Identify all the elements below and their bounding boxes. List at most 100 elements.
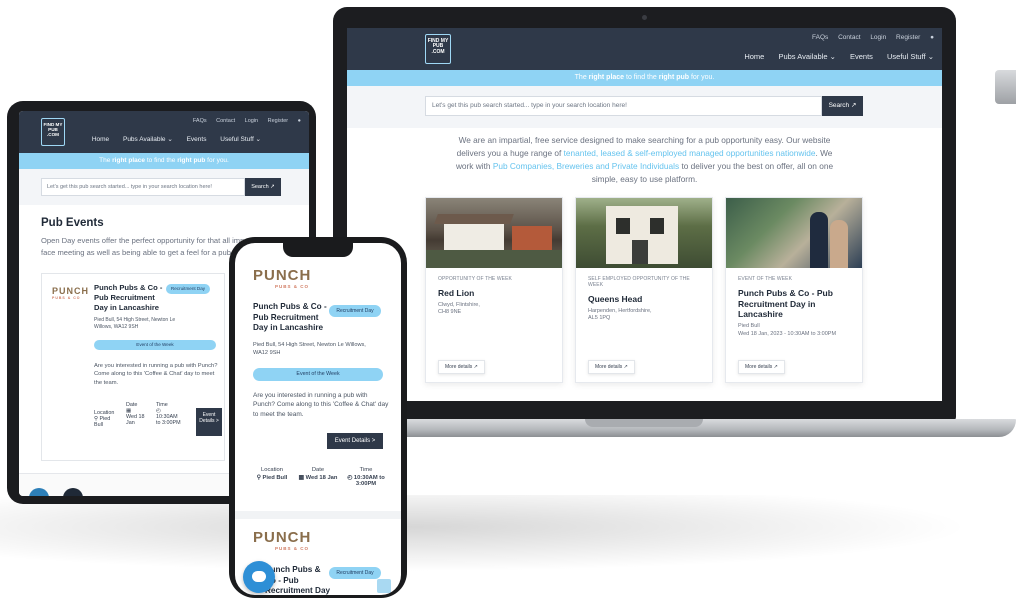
more-details-button[interactable]: More details ↗ [738, 360, 785, 374]
event-description: Are you interested in running a pub with… [94, 363, 218, 386]
background-device-edge [995, 70, 1016, 104]
chat-bubble-icon[interactable] [243, 561, 275, 593]
laptop-screen: FIND MY PUB .COM FAQs Contact Login Regi… [347, 28, 942, 401]
more-details-button[interactable]: More details ↗ [588, 360, 635, 374]
account-icon[interactable]: ● [298, 118, 301, 124]
nav-pubs-available[interactable]: Pubs Available ⌄ [778, 52, 835, 61]
footer-dot-dark [63, 488, 83, 496]
nav-events[interactable]: Events [187, 136, 207, 143]
device-mockup-scene: FIND MY PUB .COM FAQs Contact Login Regi… [0, 0, 1016, 600]
location-block: Location ⚲ Pied Bull [94, 410, 120, 428]
nav-home[interactable]: Home [92, 136, 109, 143]
time-value: 10:30AM to 3:00PM [156, 414, 181, 426]
date-text: Wed 18 Jan [305, 475, 338, 481]
punch-sub-wordmark: PUBS & CO [275, 546, 310, 551]
event-title: Punch Pubs & Co - Pub Recruitment Day in… [253, 302, 327, 333]
nav-home[interactable]: Home [744, 52, 764, 61]
location-text: Pied Bull [94, 416, 111, 428]
event-card[interactable]: PUNCH PUBS & CO Punch Pubs & Co - Pub Rec… [41, 273, 225, 461]
site-header: FIND MY PUB .COM FAQs Contact Login Regi… [347, 28, 942, 70]
login-link[interactable]: Login [245, 118, 258, 124]
phone-screen: PUNCH PUBS & CO Punch Pubs & Co - Pub Rec… [235, 243, 401, 595]
contact-link[interactable]: Contact [216, 118, 235, 124]
card-location: Clwyd, Flintshire, [438, 301, 480, 308]
event-title-2: Punch Pubs & Co - Pub Recruitment Day in… [265, 565, 331, 595]
site-logo[interactable]: FIND MY PUB .COM [425, 34, 451, 64]
punch-wordmark: PUNCH [253, 267, 312, 284]
search-band: Let's get this pub search started... typ… [19, 169, 309, 205]
laptop-camera [642, 15, 647, 20]
event-address: Pied Bull, 54 High Street, Newton Le Wil… [94, 317, 176, 330]
account-icon[interactable]: ● [930, 34, 934, 41]
event-photo [726, 198, 862, 268]
nav-useful-stuff[interactable]: Useful Stuff ⌄ [887, 52, 934, 61]
event-address: Pied Bull, 54 High Street, Newton Le Wil… [253, 342, 366, 356]
tagline-bar: The right place to find the right pub fo… [19, 153, 309, 169]
event-title: Punch Pubs & Co - Pub Recruitment Day in… [94, 283, 163, 312]
nav-pubs-available[interactable]: Pubs Available ⌄ [123, 136, 173, 143]
more-details-button[interactable]: More details ↗ [438, 360, 485, 374]
card-type: EVENT OF THE WEEK [738, 276, 793, 282]
register-link[interactable]: Register [896, 34, 920, 41]
search-band: Let's get this pub search started... typ… [347, 86, 942, 128]
date-block: Date ▦ Wed 18 Jan [126, 402, 152, 426]
tagline-post: for you. [205, 157, 229, 164]
event-of-week-pill: Event of the Week [94, 340, 216, 350]
event-description: Are you interested in running a pub with… [253, 392, 389, 418]
punch-sub-wordmark: PUBS & CO [275, 284, 310, 289]
card-location: Pied Bull [738, 322, 760, 329]
date-value: ▦ Wed 18 Jan [298, 475, 338, 481]
pub-photo-red-lion [426, 198, 562, 268]
time-label: Time [359, 467, 373, 473]
intro-text: We are an impartial, free service design… [455, 134, 835, 185]
card-punch-event[interactable]: EVENT OF THE WEEK Punch Pubs & Co - Pub … [725, 197, 863, 383]
utility-links: FAQs Contact Login Register ● [804, 34, 934, 41]
main-nav: Home Pubs Available ⌄ Events Useful Stuf… [732, 52, 934, 61]
tagline-bold-1: right place [588, 74, 625, 81]
register-link[interactable]: Register [268, 118, 288, 124]
tagline-pre: The [574, 74, 589, 81]
location-text: Pied Bull [262, 475, 288, 481]
card-queens-head[interactable]: SELF EMPLOYED OPPORTUNITY OF THE WEEK Qu… [575, 197, 713, 383]
location-label: Location [261, 467, 283, 473]
location-block: Location ⚲ Pied Bull [249, 467, 295, 481]
recruitment-day-badge: Recruitment Day [166, 284, 210, 294]
tagline-bold-1: right place [112, 157, 146, 164]
card-title: Red Lion [438, 288, 475, 298]
date-value: Wed 18 Jan [126, 414, 145, 426]
punch-logo: PUNCH PUBS & CO [52, 286, 89, 300]
search-button[interactable]: Search ↗ [245, 178, 281, 196]
pubcos-link[interactable]: Pub Companies, Breweries and Private Ind… [493, 161, 679, 171]
login-link[interactable]: Login [870, 34, 886, 41]
nav-useful-stuff[interactable]: Useful Stuff ⌄ [220, 136, 261, 143]
event-details-button[interactable]: Event Details > [327, 433, 383, 449]
faqs-link[interactable]: FAQs [812, 34, 828, 41]
punch-wordmark: PUNCH [253, 529, 312, 546]
event-details-button[interactable]: Event Details > [196, 408, 222, 436]
card-title: Punch Pubs & Co - Pub Recruitment Day in… [738, 288, 833, 320]
tenanted-link[interactable]: tenanted, leased & self-employed managed… [564, 148, 816, 158]
scroll-top-button[interactable] [377, 579, 391, 593]
punch-wordmark: PUNCH [52, 286, 90, 296]
card-postcode: CH8 9NE [438, 309, 462, 316]
search-bar: Let's get this pub search started... typ… [425, 96, 863, 116]
search-input[interactable]: Let's get this pub search started... typ… [425, 96, 822, 116]
faqs-link[interactable]: FAQs [193, 118, 207, 124]
nav-events[interactable]: Events [850, 52, 873, 61]
contact-link[interactable]: Contact [838, 34, 860, 41]
tagline-bold-2: right pub [658, 74, 690, 81]
tagline-bar: The right place to find the right pub fo… [347, 70, 942, 86]
site-header: FIND MY PUB .COM FAQs Contact Login Regi… [19, 111, 309, 153]
site-logo[interactable]: FIND MY PUB .COM [41, 118, 65, 146]
time-block: Time ◴ 10:30AM to 3:00PM [343, 467, 389, 487]
laptop-notch [585, 419, 703, 427]
location-value: ⚲ Pied Bull [256, 475, 288, 481]
event-of-week-pill: Event of the Week [253, 368, 383, 381]
tagline-pre: The [99, 157, 113, 164]
card-divider [235, 511, 401, 519]
pub-photo-queens-head [576, 198, 712, 268]
search-input[interactable]: Let's get this pub search started... typ… [41, 178, 245, 196]
search-button[interactable]: Search ↗ [822, 96, 863, 116]
card-red-lion[interactable]: OPPORTUNITY OF THE WEEK Red Lion Clwyd, … [425, 197, 563, 383]
punch-logo: PUNCH PUBS & CO [253, 267, 311, 289]
